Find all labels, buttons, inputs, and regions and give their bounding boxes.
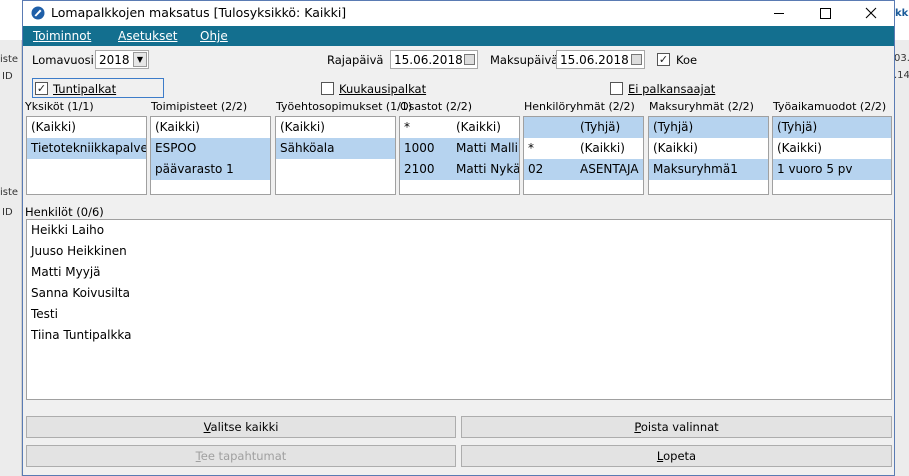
list-item[interactable]: * (Kaikki)	[400, 117, 519, 138]
list-item[interactable]: Tietotekniikkapalvelu	[27, 138, 146, 159]
background-text: 03.	[894, 53, 909, 64]
close-icon	[865, 7, 877, 19]
koe-checkbox[interactable]: ✓	[657, 53, 670, 66]
menu-toiminnot[interactable]: Toiminnot	[33, 29, 91, 43]
lopeta-button[interactable]: Lopeta	[461, 445, 892, 467]
menu-asetukset[interactable]: Asetukset	[118, 29, 177, 43]
minimize-button[interactable]	[756, 1, 802, 26]
yksikot-list[interactable]: (Kaikki) Tietotekniikkapalvelu	[26, 116, 147, 195]
background-right-window: kk 03. .14	[894, 8, 909, 476]
maksupaiva-value: 15.06.2018	[560, 53, 629, 67]
henkiloryhmat-header: Henkilöryhmät (2/2)	[524, 100, 635, 113]
background-text: ID	[2, 207, 13, 218]
background-text: ID	[2, 71, 13, 82]
list-item[interactable]: (Kaikki)	[27, 117, 146, 138]
list-item[interactable]: Sanna Koivusilta	[27, 283, 891, 304]
list-item[interactable]: (Kaikki)	[151, 117, 270, 138]
tee-tapahtumat-button[interactable]: Tee tapahtumat	[26, 445, 456, 467]
yksikot-header: Yksiköt (1/1)	[25, 100, 94, 113]
list-item[interactable]: Maksuryhmä1	[649, 159, 768, 180]
maximize-button[interactable]	[802, 1, 848, 26]
window-title: Lomapalkkojen maksatus [Tulosyksikkö: Ka…	[51, 5, 347, 20]
koe-label: Koe	[676, 53, 698, 67]
rajapaiva-label: Rajapäivä	[327, 53, 384, 67]
list-item[interactable]: ESPOO	[151, 138, 270, 159]
valitse-kaikki-button[interactable]: Valitse kaikki	[26, 416, 456, 438]
maximize-icon	[820, 8, 831, 19]
maksuryhmat-list[interactable]: (Tyhjä) (Kaikki) Maksuryhmä1	[648, 116, 769, 195]
calendar-icon[interactable]	[464, 54, 475, 65]
list-item[interactable]: (Tyhjä)	[524, 117, 643, 138]
list-item[interactable]: 1 vuoro 5 pv	[773, 159, 891, 180]
lomapalkat-window: Lomapalkkojen maksatus [Tulosyksikkö: Ka…	[22, 0, 895, 476]
tyoehtosopimukset-list[interactable]: (Kaikki) Sähköala	[275, 116, 396, 195]
close-button[interactable]	[848, 1, 894, 26]
lomavuosi-label: Lomavuosi	[32, 53, 94, 67]
title-bar: Lomapalkkojen maksatus [Tulosyksikkö: Ka…	[23, 1, 894, 26]
background-text: .14	[894, 70, 909, 81]
app-icon	[31, 6, 45, 20]
list-item[interactable]: * (Kaikki)	[524, 138, 643, 159]
list-item[interactable]: (Kaikki)	[276, 117, 395, 138]
background-text: kk	[895, 8, 909, 19]
background-text: iste	[0, 187, 19, 198]
list-item[interactable]: 2100Matti Nykän	[400, 159, 519, 180]
tyoehtosopimukset-header: Työehtosopimukset (1/1)	[276, 100, 413, 113]
list-item[interactable]: Sähköala	[276, 138, 395, 159]
list-item[interactable]: Heikki Laiho	[27, 220, 891, 241]
toimipisteet-header: Toimipisteet (2/2)	[151, 100, 248, 113]
osastot-header: Osastot (2/2)	[400, 100, 472, 113]
rajapaiva-value: 15.06.2018	[394, 53, 463, 67]
minimize-icon	[774, 13, 784, 14]
list-item[interactable]: (Tyhjä)	[649, 117, 768, 138]
calendar-icon[interactable]	[631, 54, 642, 65]
ei-palkansaajat-checkbox[interactable]	[610, 82, 623, 95]
maksupaiva-label: Maksupäivä	[490, 53, 559, 67]
background-left-window: iste ID iste ID	[0, 40, 22, 476]
kuukausipalkat-checkbox[interactable]	[321, 82, 334, 95]
chevron-down-icon: ▼	[133, 52, 147, 67]
lomavuosi-select[interactable]: 2018 ▼	[95, 50, 149, 69]
list-item[interactable]: (Tyhjä)	[773, 117, 891, 138]
kuukausipalkat-label: Kuukausipalkat	[339, 82, 427, 96]
osastot-list[interactable]: * (Kaikki) 1000 Matti Mallik 2100 Matti Nyk…	[399, 116, 520, 195]
henkiloryhmat-list[interactable]: (Tyhjä) * (Kaikki) 02 ASENTAJA	[523, 116, 644, 195]
tyoaikamuodot-header: Työaikamuodot (2/2)	[773, 100, 887, 113]
maksupaiva-field[interactable]: 15.06.2018	[556, 50, 645, 69]
menu-ohje[interactable]: Ohje	[200, 29, 228, 43]
henkilot-list[interactable]: Heikki Laiho Juuso Heikkinen Matti Myyjä…	[26, 219, 892, 400]
toimipisteet-list[interactable]: (Kaikki) ESPOO päävarasto 1	[150, 116, 271, 195]
poista-valinnat-button[interactable]: Poista valinnat	[461, 416, 892, 438]
tuntipalkat-label: Tuntipalkat	[53, 82, 117, 96]
lomavuosi-value: 2018	[99, 53, 130, 67]
list-item[interactable]: 1000 Matti Mallik	[400, 138, 519, 159]
tuntipalkat-checkbox[interactable]: ✓	[35, 82, 48, 95]
maksuryhmat-header: Maksuryhmät (2/2)	[649, 100, 754, 113]
list-item[interactable]: (Kaikki)	[773, 138, 891, 159]
list-item[interactable]: päävarasto 1	[151, 159, 270, 180]
tyoaikamuodot-list[interactable]: (Tyhjä) (Kaikki) 1 vuoro 5 pv	[772, 116, 892, 195]
list-item[interactable]: Tiina Tuntipalkka	[27, 325, 891, 346]
list-item[interactable]: Testi	[27, 304, 891, 325]
list-item[interactable]: Juuso Heikkinen	[27, 241, 891, 262]
list-item[interactable]: (Kaikki)	[649, 138, 768, 159]
list-item[interactable]: 02 ASENTAJA	[524, 159, 643, 180]
background-text: iste	[0, 54, 19, 65]
henkilot-header: Henkilöt (0/6)	[25, 205, 104, 219]
ei-palkansaajat-label: Ei palkansaajat	[628, 82, 716, 96]
rajapaiva-field[interactable]: 15.06.2018	[390, 50, 478, 69]
list-item[interactable]: Matti Myyjä	[27, 262, 891, 283]
menu-bar: Toiminnot Asetukset Ohje	[23, 26, 894, 46]
